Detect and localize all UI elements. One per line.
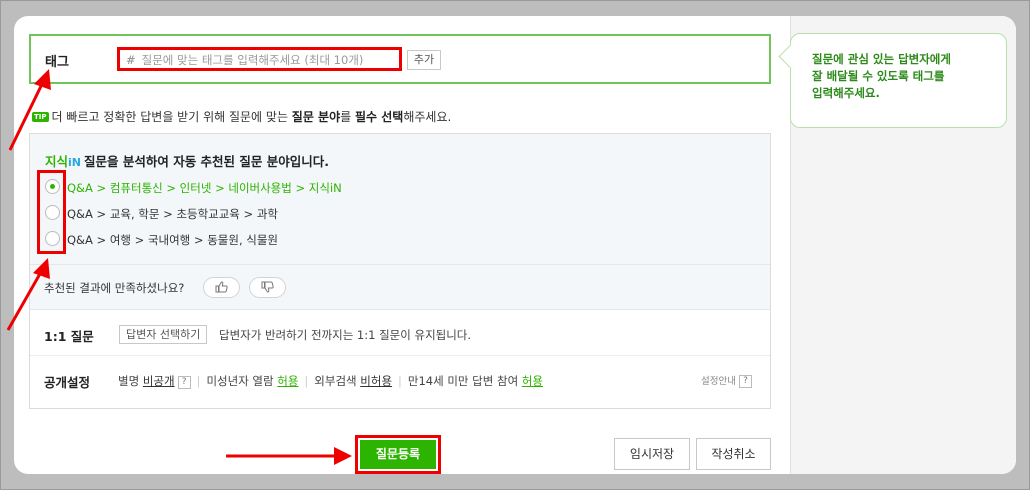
alias-label: 별명 [118, 374, 140, 388]
brand-logo: 지식 [45, 154, 69, 169]
category-notice: TIP 더 빠르고 정확한 답변을 받기 위해 질문에 맞는 질문 분야를 필수 … [32, 108, 451, 125]
under14-value-link[interactable]: 허용 [522, 374, 543, 388]
select-answerer-button[interactable]: 답변자 선택하기 [119, 325, 208, 344]
minor-view-value-link[interactable]: 허용 [277, 374, 298, 388]
radio-highlight-box [37, 170, 66, 254]
notice-bold-category: 질문 분야 [291, 110, 341, 124]
thumbs-up-icon [215, 281, 228, 293]
recommended-category-section: 지식iN 질문을 분석하여 자동 추천된 질문 분야입니다. Q&A > 컴퓨터통… [30, 134, 770, 310]
category-option-label: Q&A > 교육, 학문 > 초등학교교육 > 과학 [67, 207, 278, 221]
recommend-feedback: 추천된 결과에 만족하셨나요? [30, 264, 770, 310]
under14-label: 만14세 미만 답변 참여 [407, 374, 519, 388]
category-option-1[interactable]: Q&A > 컴퓨터통신 > 인터넷 > 네이버사용법 > 지식iN [42, 175, 462, 199]
category-option-3[interactable]: Q&A > 여행 > 국내여행 > 동물원, 식물원 [42, 227, 462, 251]
brand-mark-icon: iN [68, 156, 81, 169]
notice-bold-required: 필수 선택 [355, 110, 404, 124]
public-settings-row: 공개설정 별명 비공개? | 미성년자 열람 허용 | 외부검색 비허용 | 만14세 미만… [30, 356, 770, 408]
submit-question-label: 질문등록 [360, 440, 436, 469]
cancel-button[interactable]: 작성취소 [696, 438, 771, 470]
submit-question-button[interactable]: 질문등록 [355, 435, 441, 474]
save-draft-button[interactable]: 임시저장 [614, 438, 690, 470]
recommend-title: 지식iN 질문을 분석하여 자동 추천된 질문 분야입니다. [45, 151, 329, 170]
alias-value-link[interactable]: 비공개 [143, 374, 175, 388]
tag-tip-text: 질문에 관심 있는 답변자에게 잘 배달될 수 있도록 태그를 입력해주세요. [812, 52, 951, 100]
category-option-2[interactable]: Q&A > 교육, 학문 > 초등학교교육 > 과학 [42, 201, 462, 225]
alias-help-icon[interactable]: ? [177, 376, 191, 389]
recommend-title-text: 질문을 분석하여 자동 추천된 질문 분야입니다. [84, 154, 330, 169]
one-to-one-label: 1:1 질문 [44, 329, 94, 344]
tag-label: 태그 [45, 55, 69, 70]
settings-guide-label: 설정안내 [701, 376, 736, 387]
thumbs-down-icon [261, 281, 274, 293]
settings-help-icon: ? [739, 375, 752, 388]
minor-view-label: 미성년자 열람 [206, 374, 274, 388]
thumbs-down-button[interactable] [249, 277, 286, 298]
tag-section: 태그 # 질문에 맞는 태그를 입력해주세요 (최대 10개) 추가 [29, 34, 771, 84]
tag-input-placeholder: 질문에 맞는 태그를 입력해주세요 (최대 10개) [141, 53, 364, 67]
notice-text-mid: 를 [340, 110, 355, 124]
external-search-label: 외부검색 [314, 374, 357, 388]
thumbs-up-button[interactable] [203, 277, 240, 298]
tip-badge: TIP [32, 112, 49, 122]
external-search-value-link[interactable]: 비허용 [360, 374, 392, 388]
settings-panel: 지식iN 질문을 분석하여 자동 추천된 질문 분야입니다. Q&A > 컴퓨터통… [29, 133, 771, 409]
notice-text-end: 해주세요. [403, 110, 452, 124]
notice-text: 더 빠르고 정확한 답변을 받기 위해 질문에 맞는 [51, 110, 292, 124]
settings-guide-link[interactable]: 설정안내? [701, 373, 752, 388]
tag-input[interactable]: # 질문에 맞는 태그를 입력해주세요 (최대 10개) [117, 47, 402, 71]
feedback-question: 추천된 결과에 만족하셨나요? [44, 281, 185, 295]
one-to-one-desc: 답변자가 반려하기 전까지는 1:1 질문이 유지됩니다. [219, 328, 472, 342]
hash-icon: # [126, 53, 136, 67]
category-option-label: Q&A > 컴퓨터통신 > 인터넷 > 네이버사용법 > 지식iN [67, 181, 342, 195]
one-to-one-row: 1:1 질문 답변자 선택하기 답변자가 반려하기 전까지는 1:1 질문이 유… [30, 310, 770, 356]
public-settings-options: 별명 비공개? | 미성년자 열람 허용 | 외부검색 비허용 | 만14세 미만 답변 참… [118, 374, 543, 389]
tag-tip-bubble: 질문에 관심 있는 답변자에게 잘 배달될 수 있도록 태그를 입력해주세요. [790, 33, 1007, 128]
add-tag-button[interactable]: 추가 [407, 50, 441, 70]
category-option-label: Q&A > 여행 > 국내여행 > 동물원, 식물원 [67, 233, 278, 247]
public-settings-label: 공개설정 [44, 375, 91, 390]
